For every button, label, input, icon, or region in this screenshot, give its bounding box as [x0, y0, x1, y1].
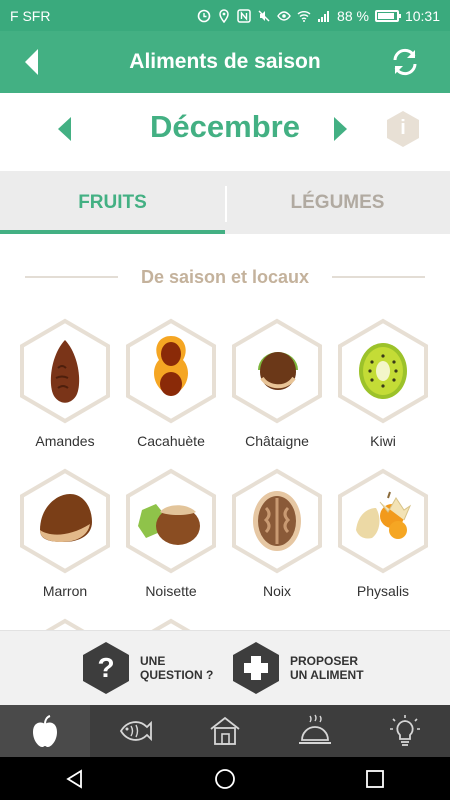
kiwi-icon — [338, 318, 428, 424]
triangle-back-icon — [66, 768, 82, 789]
food-item-physalis[interactable]: Physalis — [330, 468, 436, 599]
status-bar: F SFR 88 % 10:31 — [0, 0, 450, 31]
food-item-noisette[interactable]: Noisette — [118, 468, 224, 599]
nav-recents-button[interactable] — [350, 759, 400, 799]
tab-fruits[interactable]: FRUITS — [0, 171, 225, 234]
physalis-icon — [338, 468, 428, 574]
food-item-chataigne[interactable]: Châtaigne — [224, 318, 330, 449]
month-selector: Décembre i — [0, 93, 450, 171]
chestnut-icon — [232, 318, 322, 424]
hexagon-partial — [45, 618, 85, 630]
refresh-icon[interactable] — [388, 45, 422, 79]
bottom-tab-recipes[interactable] — [270, 705, 360, 757]
food-item-label: Noisette — [145, 583, 197, 599]
action-bar: ? UNE QUESTION ? PROPOSER UN ALIMENT — [0, 630, 450, 705]
propose-food-button[interactable]: PROPOSER UN ALIMENT — [232, 641, 364, 695]
food-item-noix[interactable]: Noix — [224, 468, 330, 599]
food-item-label: Amandes — [35, 433, 95, 449]
house-icon — [210, 716, 240, 745]
food-item-label: Cacahuète — [137, 433, 205, 449]
hexagon-partial — [151, 618, 191, 630]
info-label: i — [400, 117, 406, 139]
wifi-icon — [297, 10, 311, 22]
question-mark-glyph: ? — [97, 652, 115, 683]
peanut-icon — [126, 318, 216, 424]
nav-back-button[interactable] — [50, 759, 100, 799]
battery-percent: 88 % — [337, 7, 369, 24]
nfc-icon — [237, 8, 251, 23]
plus-hexagon-icon — [233, 642, 279, 694]
tab-legumes-label: LÉGUMES — [290, 191, 385, 213]
system-nav-bar — [0, 757, 450, 800]
nav-home-button[interactable] — [200, 759, 250, 799]
propose-label-line2: UN ALIMENT — [290, 668, 364, 682]
battery-icon — [374, 9, 401, 22]
next-month-arrow-icon[interactable] — [330, 115, 350, 143]
marron-icon — [20, 468, 110, 574]
mute-icon — [258, 9, 270, 22]
eye-icon — [277, 10, 291, 21]
cloche-icon — [299, 714, 331, 744]
circle-home-icon — [215, 768, 235, 789]
food-item-label: Physalis — [356, 583, 410, 599]
bottom-tab-fish[interactable] — [90, 705, 180, 757]
clock: 10:31 — [404, 7, 440, 24]
food-item-label: Châtaigne — [245, 433, 309, 449]
walnut-icon — [232, 468, 322, 574]
question-label-line1: UNE — [140, 654, 166, 668]
propose-label-line1: PROPOSER — [290, 654, 359, 668]
tab-fruits-label: FRUITS — [78, 191, 147, 213]
bottom-tab-fruits[interactable] — [0, 705, 90, 757]
food-item-cacahuete[interactable]: Cacahuète — [118, 318, 224, 449]
info-button[interactable]: i — [383, 109, 423, 149]
food-item-label: Kiwi — [370, 433, 396, 449]
food-item-marron[interactable]: Marron — [12, 468, 118, 599]
fish-icon — [119, 720, 152, 742]
food-item-amandes[interactable]: Amandes — [12, 318, 118, 449]
tab-divider — [225, 186, 227, 222]
food-list[interactable]: De saison et locaux Amandes Cacahuète Ch… — [0, 234, 450, 630]
food-item-label: Noix — [262, 583, 291, 599]
square-recents-icon — [366, 769, 384, 788]
question-button[interactable]: ? UNE QUESTION ? — [82, 641, 213, 695]
signal-icon — [318, 10, 330, 22]
hazelnut-icon — [126, 468, 216, 574]
food-item-kiwi[interactable]: Kiwi — [330, 318, 436, 449]
page-title: Aliments de saison — [129, 50, 321, 73]
bottom-tab-house[interactable] — [180, 705, 270, 757]
alarm-icon — [197, 9, 211, 22]
food-item-label: Marron — [42, 583, 88, 599]
bottom-tab-tips[interactable] — [360, 705, 450, 757]
apple-icon — [33, 715, 57, 747]
bottom-tab-bar — [0, 705, 450, 757]
almond-icon — [20, 318, 110, 424]
question-label-line2: QUESTION ? — [140, 668, 214, 682]
lightbulb-icon — [390, 715, 420, 746]
carrier-name: F SFR — [10, 7, 51, 24]
app-bar: Aliments de saison — [0, 31, 450, 93]
location-icon — [219, 8, 229, 23]
back-arrow-icon[interactable] — [22, 47, 42, 77]
section-divider-right — [332, 276, 425, 278]
tab-legumes[interactable]: LÉGUMES — [225, 171, 450, 234]
